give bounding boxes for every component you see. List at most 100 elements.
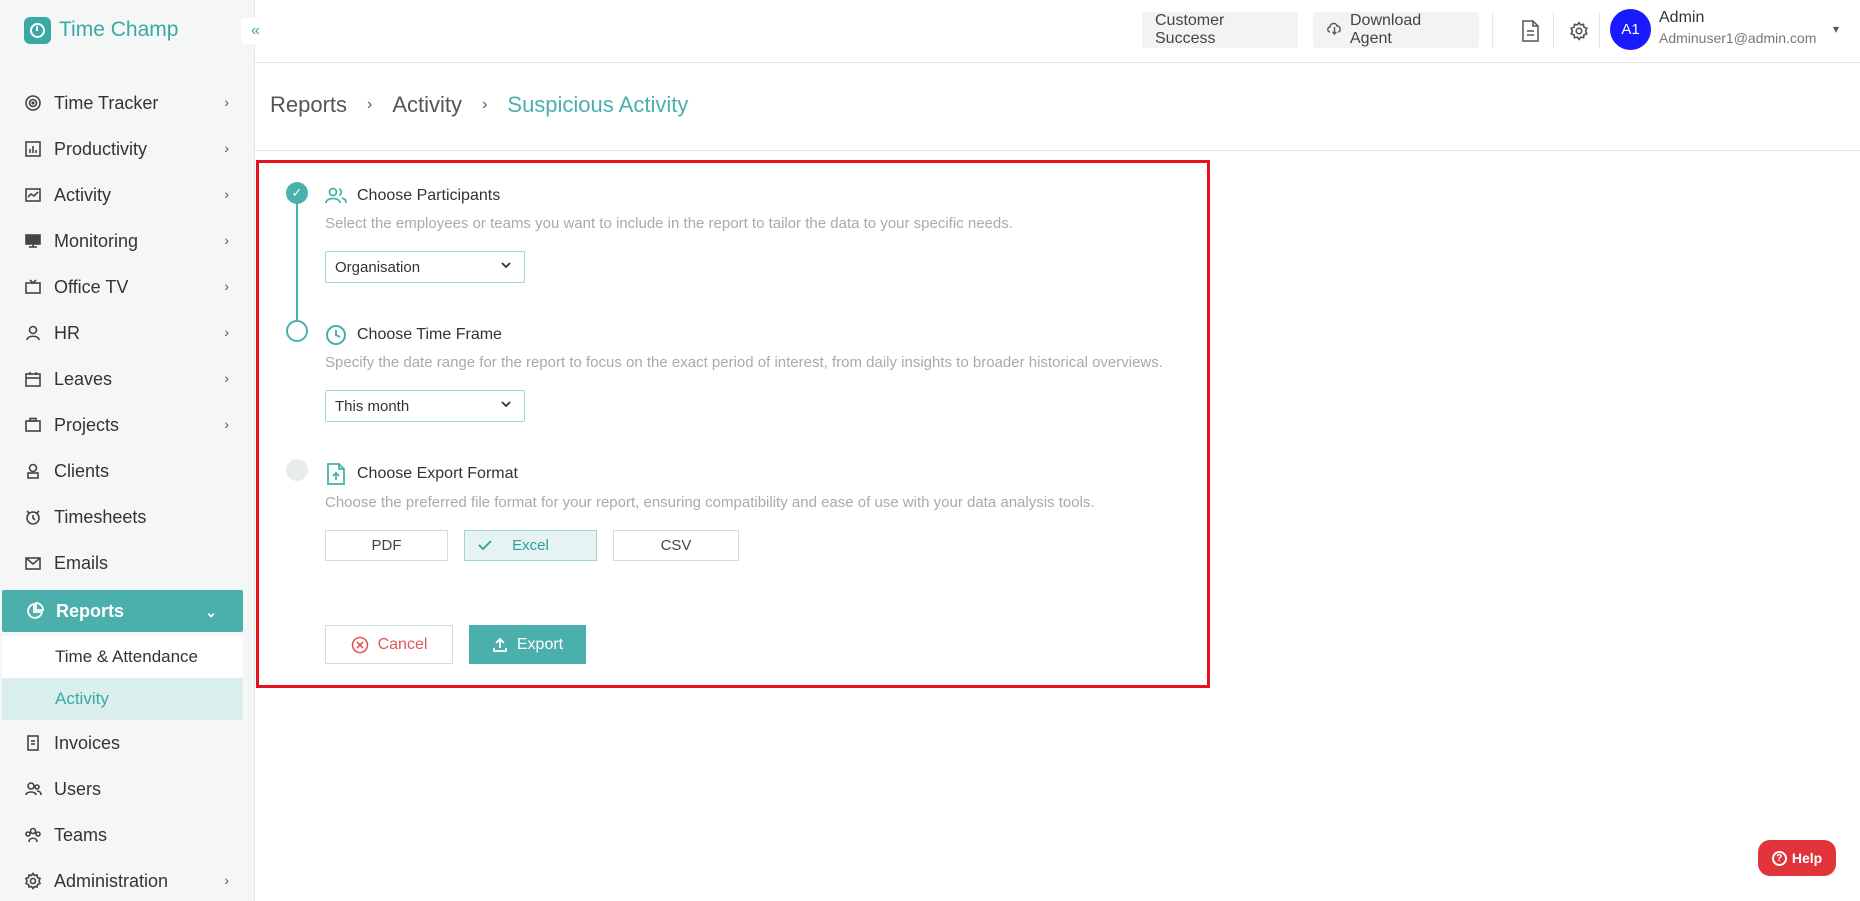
target-icon [24,94,42,112]
sidebar-item-reports[interactable]: Reports ⌄ [2,590,243,632]
document-icon[interactable] [1517,18,1543,44]
chevron-down-icon [500,258,512,270]
sidebar-item-users[interactable]: Users [0,766,255,812]
chevron-right-icon: › [367,96,373,113]
breadcrumb-reports[interactable]: Reports [270,92,347,118]
alarm-icon [24,508,42,526]
sidebar-item-productivity[interactable]: Productivity › [0,126,255,172]
cancel-circle-x-icon [351,636,369,654]
chevron-right-icon: › [224,278,229,294]
export-button[interactable]: Export [469,625,586,664]
sidebar-item-emails[interactable]: Emails [0,540,255,586]
gear-icon [24,872,42,890]
sidebar-item-label: Monitoring [54,230,139,251]
participants-select-value: Organisation [335,258,421,276]
tv-icon [24,278,42,296]
person-icon [24,324,42,342]
customer-success-button[interactable]: Customer Success [1142,12,1298,48]
sidebar-item-leaves[interactable]: Leaves › [0,356,255,402]
format-csv-button[interactable]: CSV [613,530,739,561]
chevron-right-icon: › [224,232,229,248]
help-button[interactable]: ? Help [1758,840,1836,876]
sidebar-item-hr[interactable]: HR › [0,310,255,356]
step-title-text: Choose Export Format [357,465,518,482]
divider [1553,12,1554,48]
mail-icon [24,554,42,572]
step-timeframe-title: Choose Time Frame [325,324,502,346]
sidebar-item-label: Projects [54,414,120,435]
avatar[interactable]: A1 [1610,9,1651,50]
sidebar-item-label: Leaves [54,368,113,389]
sidebar-item-label: HR [54,322,80,343]
help-label: Help [1791,850,1823,866]
participants-select[interactable]: Organisation [325,251,525,283]
sidebar-item-label: Timesheets [54,506,147,527]
sidebar-item-teams[interactable]: Teams [0,812,255,858]
sidebar-item-label: Reports [56,600,125,621]
user-name: Admin [1659,9,1705,26]
pie-chart-icon [26,602,44,620]
cloud-download-icon [1326,21,1343,39]
clock-logo-icon [24,16,51,44]
bar-chart-icon [24,140,42,158]
chevron-right-icon: › [224,872,229,888]
chevron-right-icon: › [224,370,229,386]
cancel-button[interactable]: Cancel [325,625,453,664]
chevron-right-icon: › [224,140,229,156]
users-icon [24,780,42,798]
sidebar-nav: Time Tracker › Productivity › Activity ›… [0,80,255,901]
top-bar: Customer Success Download Agent A1 Admin… [255,0,1860,63]
sidebar-item-label: Time Tracker [54,92,159,113]
step-export-format-description: Choose the preferred file format for you… [325,494,1095,511]
collapse-sidebar-icon[interactable]: « [241,18,267,44]
step-timeframe-description: Specify the date range for the report to… [325,354,1163,371]
breadcrumb-current: Suspicious Activity [507,92,689,117]
chevron-right-icon: › [224,186,229,202]
cancel-label: Cancel [377,635,428,653]
settings-gear-icon[interactable] [1566,18,1592,44]
sidebar-item-label: Teams [54,824,108,845]
sidebar-item-label: Activity [54,184,112,205]
teams-icon [24,826,42,844]
sidebar-item-activity[interactable]: Activity › [0,172,255,218]
sidebar-item-label: Users [54,778,102,799]
sidebar-item-office-tv[interactable]: Office TV › [0,264,255,310]
chevron-right-icon: › [224,324,229,340]
app-logo[interactable]: Time Champ [24,16,178,44]
sidebar-item-invoices[interactable]: Invoices [0,720,255,766]
sidebar-item-timesheets[interactable]: Timesheets [0,494,255,540]
format-excel-button[interactable]: Excel [464,530,597,561]
sidebar-item-projects[interactable]: Projects › [0,402,255,448]
sidebar-item-clients[interactable]: Clients [0,448,255,494]
file-upload-icon [325,463,347,485]
sidebar-item-time-tracker[interactable]: Time Tracker › [0,80,255,126]
format-excel-label: Excel [512,537,549,554]
sidebar-item-label: Invoices [54,732,121,753]
app-name: Time Champ [59,18,179,41]
sidebar-subitem-time-attendance[interactable]: Time & Attendance [2,636,243,678]
format-pdf-button[interactable]: PDF [325,530,448,561]
activity-icon [24,186,42,204]
user-email: Adminuser1@admin.com [1659,30,1817,46]
download-agent-button[interactable]: Download Agent [1313,12,1479,48]
step-title-text: Choose Participants [357,187,501,204]
user-menu-caret-icon[interactable]: ▾ [1833,22,1839,36]
timeframe-select-value: This month [335,397,410,415]
timeframe-select[interactable]: This month [325,390,525,422]
header-divider [255,150,1860,151]
sidebar-subitem-activity[interactable]: Activity [2,678,243,720]
sidebar-item-monitoring[interactable]: Monitoring › [0,218,255,264]
export-label: Export [516,635,564,653]
sidebar-item-administration[interactable]: Administration › [0,858,255,901]
breadcrumb-activity[interactable]: Activity [392,92,462,118]
divider [1599,12,1600,48]
sidebar-item-label: Emails [54,552,109,573]
chevron-right-icon: › [224,416,229,432]
step-pending-dot [286,459,308,481]
stepper-line [296,194,298,331]
question-icon: ? [1771,850,1787,866]
upload-icon [492,637,508,653]
breadcrumb: Reports › Activity › Suspicious Activity [270,92,688,118]
step-current-dot [286,320,308,342]
step-title-text: Choose Time Frame [357,326,502,343]
